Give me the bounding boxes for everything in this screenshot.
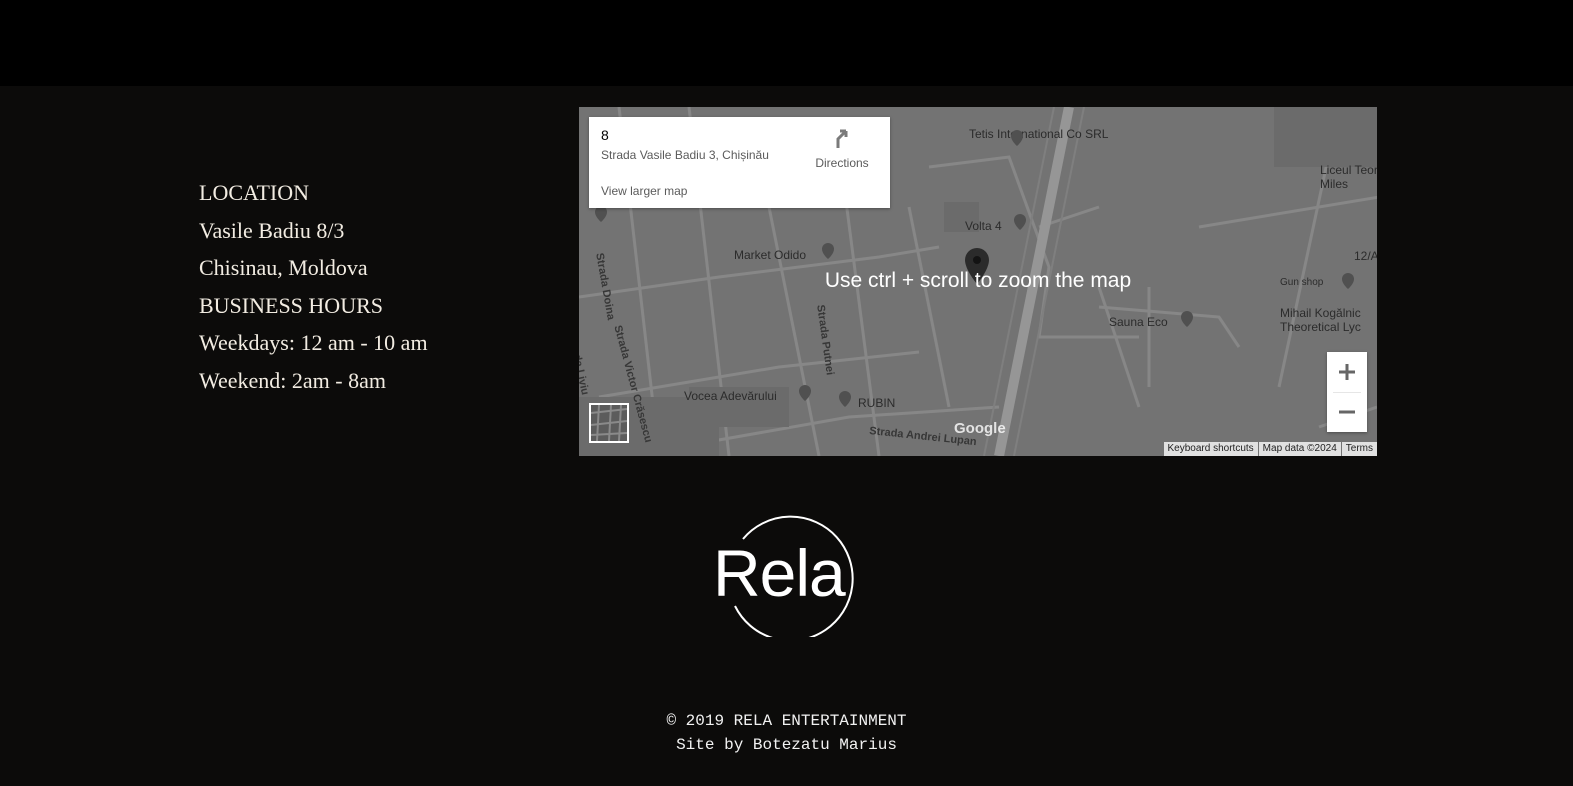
google-logo: Google — [954, 420, 1006, 437]
address-line-1: Vasile Badiu 8/3 — [199, 217, 345, 243]
minus-icon — [1339, 410, 1355, 414]
terms-link[interactable]: Terms — [1341, 442, 1377, 456]
view-larger-map-link[interactable]: View larger map — [601, 184, 687, 198]
zoom-hint: Use ctrl + scroll to zoom the map — [824, 269, 1132, 292]
top-bar — [0, 0, 1573, 86]
map-data-label: Map data ©2024 — [1258, 442, 1341, 456]
plus-icon — [1339, 364, 1355, 380]
zoom-controls — [1327, 352, 1367, 432]
copyright: © 2019 RELA ENTERTAINMENT — [666, 712, 907, 730]
directions-icon — [836, 129, 848, 148]
weekday-hours: Weekdays: 12 am - 10 am — [199, 330, 428, 355]
contact-info: LOCATION Vasile Badiu 8/3 Chisinau, Mold… — [199, 176, 428, 401]
satellite-toggle-button[interactable] — [589, 403, 629, 443]
directions-label: Directions — [815, 156, 869, 170]
directions-button[interactable]: Directions — [811, 127, 873, 170]
address-line-2: Chisinau, Moldova — [199, 255, 368, 280]
hours-heading: BUSINESS HOURS — [199, 292, 383, 318]
logo-text: Rela — [713, 536, 846, 610]
place-address: Strada Vasile Badiu 3, Chișinău — [601, 148, 769, 162]
embedded-map[interactable]: Tetis International Co SRL Volta 4 Marke… — [579, 107, 1377, 456]
map-attribution: Keyboard shortcuts Map data ©2024 Terms — [1163, 442, 1377, 456]
site-credit: Site by Botezatu Marius — [676, 736, 897, 754]
weekend-hours: Weekend: 2am - 8am — [199, 367, 386, 393]
place-info-card: 8 Strada Vasile Badiu 3, Chișinău View l… — [589, 117, 890, 208]
keyboard-shortcuts-link[interactable]: Keyboard shortcuts — [1163, 442, 1258, 456]
satellite-thumbnail-icon — [591, 405, 627, 441]
zoom-in-button[interactable] — [1327, 352, 1367, 392]
location-heading: LOCATION — [199, 180, 309, 205]
zoom-out-button[interactable] — [1327, 392, 1367, 432]
place-title: 8 — [601, 127, 609, 143]
zoom-divider — [1333, 392, 1361, 393]
